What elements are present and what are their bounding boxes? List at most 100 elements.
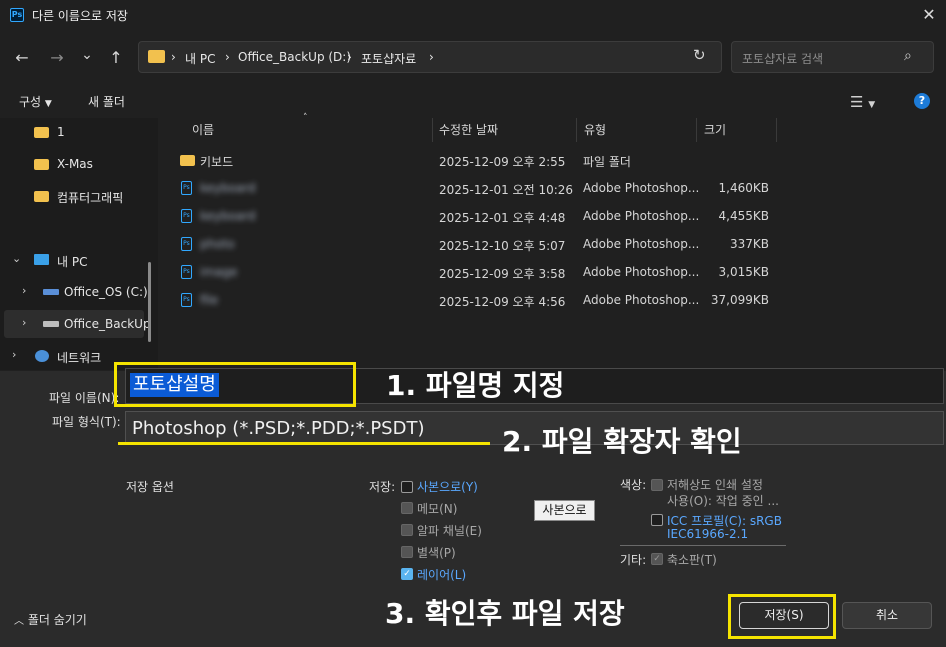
psd-file-icon: Ps [181, 209, 192, 223]
sidebar-item-xmas[interactable]: X-Mas [0, 150, 150, 178]
notes-label: 메모(N) [417, 502, 458, 516]
icc-checkbox[interactable] [651, 514, 663, 526]
other-label: 기타: [620, 553, 647, 567]
save-button[interactable]: 저장(S) [739, 602, 829, 629]
windows-drive-icon [43, 289, 59, 295]
chevron-right-icon[interactable]: › [22, 284, 26, 297]
chevron-down-icon[interactable]: ⌄ [12, 252, 21, 265]
file-row[interactable]: Ps image 2025-12-09 오후 3:58 Adobe Photos… [160, 258, 946, 286]
new-folder-button[interactable]: 새 폴더 [88, 93, 125, 110]
file-row[interactable]: Ps keyboard 2025-12-01 오후 4:48 Adobe Pho… [160, 202, 946, 230]
breadcrumb-drive[interactable]: Office_BackUp (D:) [238, 50, 351, 64]
filename-label: 파일 이름(N): [49, 391, 120, 405]
computer-icon [34, 254, 49, 265]
folder-icon [34, 159, 49, 170]
sort-up-icon: ˄ [303, 113, 308, 123]
highlight-box-filename [114, 362, 356, 407]
folder-icon [34, 127, 49, 138]
psd-file-icon: Ps [181, 293, 192, 307]
file-row[interactable]: Ps file 2025-12-09 오후 4:56 Adobe Photosh… [160, 286, 946, 314]
icc-label-2: IEC61966-2.1 [667, 527, 749, 541]
spot-checkbox[interactable] [401, 546, 413, 558]
title-bar: Ps 다른 이름으로 저장 ✕ [0, 0, 946, 30]
file-row[interactable]: 키보드 2025-12-09 오후 2:55 파일 폴더 [160, 146, 946, 174]
recent-locations-icon[interactable]: ⌄ [74, 42, 100, 68]
column-divider[interactable] [576, 118, 577, 142]
help-icon[interactable]: ? [914, 93, 930, 109]
search-box[interactable]: 포토샵자료 검색 ⌕ [731, 41, 934, 73]
breadcrumb-this-pc[interactable]: 내 PC [185, 50, 215, 67]
save-label: 저장: [369, 480, 396, 494]
column-divider[interactable] [776, 118, 777, 142]
search-icon[interactable]: ⌕ [904, 48, 912, 64]
breadcrumb-chevron-icon: › [347, 50, 352, 64]
column-divider[interactable] [432, 118, 433, 142]
chevron-right-icon[interactable]: › [12, 348, 16, 361]
search-input[interactable]: 포토샵자료 검색 [742, 50, 823, 67]
psd-file-icon: Ps [181, 181, 192, 195]
column-header-type[interactable]: 유형 [584, 121, 606, 138]
highlight-underline-filetype [118, 442, 490, 445]
sidebar-item-computer-graphics[interactable]: 컴퓨터그래픽 [0, 182, 150, 210]
back-arrow-icon[interactable]: ← [9, 45, 35, 71]
filetype-label: 파일 형식(T): [52, 415, 121, 429]
breadcrumb-chevron-icon: › [171, 50, 176, 64]
sidebar-scrollbar[interactable] [148, 262, 151, 342]
hide-folders-toggle[interactable]: ︿ 폴더 숨기기 [14, 611, 87, 628]
folder-icon [148, 50, 165, 63]
breadcrumb-chevron-icon: › [225, 50, 230, 64]
alpha-checkbox[interactable] [401, 524, 413, 536]
sidebar-item-this-pc[interactable]: ⌄ 내 PC [0, 246, 150, 274]
refresh-icon[interactable]: ↻ [693, 46, 706, 64]
alpha-label: 알파 채널(E) [417, 524, 482, 538]
thumbnail-label: 축소판(T) [667, 553, 717, 567]
low-res-label-1: 저해상도 인쇄 설정 [667, 478, 763, 492]
cancel-button[interactable]: 취소 [842, 602, 932, 629]
chevron-right-icon[interactable]: › [22, 316, 26, 329]
up-arrow-icon[interactable]: ↑ [103, 45, 129, 71]
spot-label: 별색(P) [417, 546, 456, 560]
drive-icon [43, 321, 59, 327]
sidebar-item-1[interactable]: 1 [0, 118, 150, 146]
annotation-step1: 1. 파일명 지정 [386, 369, 565, 402]
column-divider[interactable] [696, 118, 697, 142]
column-header-name[interactable]: 이름 [192, 121, 214, 138]
annotation-step3: 3. 확인후 파일 저장 [385, 597, 625, 630]
folder-icon [34, 191, 49, 202]
layers-checkbox[interactable]: ✓ [401, 568, 413, 580]
column-header-date[interactable]: 수정한 날짜 [439, 121, 498, 138]
window-title: 다른 이름으로 저장 [32, 9, 128, 23]
as-copy-checkbox[interactable] [401, 481, 413, 493]
forward-arrow-icon[interactable]: → [44, 45, 70, 71]
divider [620, 545, 786, 546]
sidebar-item-drive-d[interactable]: › Office_BackUp [4, 310, 151, 338]
file-row[interactable]: Ps photo 2025-12-10 오후 5:07 Adobe Photos… [160, 230, 946, 258]
thumbnail-checkbox[interactable]: ✓ [651, 553, 663, 565]
color-label: 색상: [620, 478, 647, 492]
column-header-size[interactable]: 크기 [704, 121, 726, 138]
organize-menu[interactable]: 구성 ▼ [19, 93, 52, 110]
filetype-value: Photoshop (*.PSD;*.PDD;*.PSDT) [132, 418, 425, 439]
annotation-step2: 2. 파일 확장자 확인 [502, 425, 742, 458]
breadcrumb-chevron-icon: › [429, 50, 434, 64]
as-copy-button[interactable]: 사본으로 [534, 500, 595, 521]
breadcrumb-folder[interactable]: 포토샵자료 [361, 50, 416, 67]
low-res-checkbox[interactable] [651, 479, 663, 491]
folder-icon [180, 155, 195, 166]
network-icon [35, 350, 49, 362]
sidebar-item-drive-c[interactable]: › Office_OS (C:) [0, 278, 150, 306]
psd-file-icon: Ps [181, 265, 192, 279]
photoshop-icon: Ps [10, 8, 24, 22]
low-res-label-2: 사용(O): 작업 중인 ... [667, 494, 779, 508]
layers-label[interactable]: 레이어(L) [417, 566, 466, 583]
close-icon[interactable]: ✕ [918, 4, 940, 26]
notes-checkbox[interactable] [401, 502, 413, 514]
view-options-icon[interactable]: ☰ ▼ [850, 93, 875, 111]
navigation-pane: 1 X-Mas 컴퓨터그래픽 ⌄ 내 PC › Office_OS (C:) ›… [0, 118, 158, 370]
file-row[interactable]: Ps keyboard 2025-12-01 오전 10:26 Adobe Ph… [160, 174, 946, 202]
as-copy-label[interactable]: 사본으로(Y) [417, 478, 478, 495]
save-options-heading: 저장 옵션 [126, 480, 174, 494]
address-bar[interactable]: › 내 PC › Office_BackUp (D:) › 포토샵자료 › ↻ [138, 41, 722, 73]
psd-file-icon: Ps [181, 237, 192, 251]
chevron-up-icon: ︿ [14, 616, 24, 627]
